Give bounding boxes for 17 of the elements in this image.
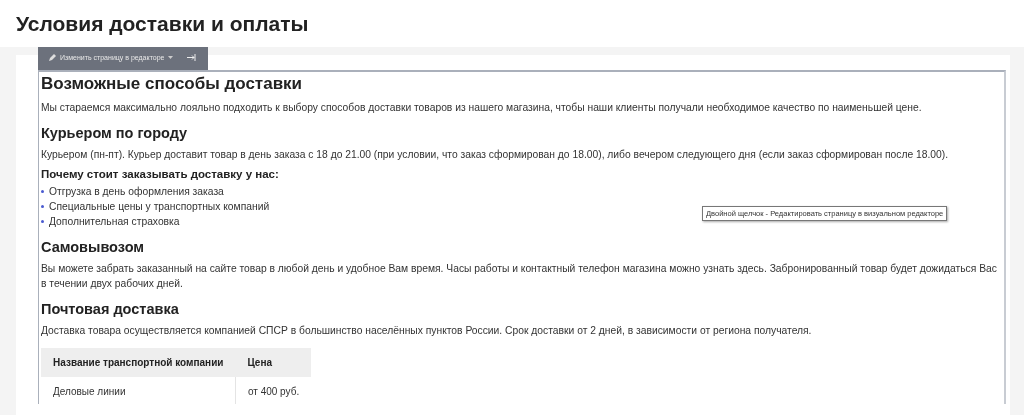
column-header: Цена xyxy=(235,348,312,377)
section-heading: Почтовая доставка xyxy=(41,301,180,317)
column-header: Название транспортной компании xyxy=(41,348,236,377)
list-item: Отгрузка в день оформления заказа xyxy=(49,185,224,199)
paragraph: Курьером (пн-пт). Курьер доставит товар в день заказа с 18 до 21.00 (при условии, что заказ сформирован до 18.00), либо вечером следующего дня (если заказ сформирован после 18.00). xyxy=(41,148,950,162)
paragraph: Мы стараемся максимально лояльно подходить к выбору способов доставки товаров из нашего магазина, чтобы наши клиенты получали необходимое качество по наименьшей цене. xyxy=(41,101,923,115)
table-cell: Деловые линии xyxy=(41,377,236,404)
paragraph: Доставка товара осуществляется компанией СПСР в большинство населённых пунктов России. Срок доставки от 2 дней, в зависимости от региона получателя. xyxy=(41,324,813,338)
section-heading: Самовывозом xyxy=(41,239,146,255)
paragraph: Вы можете забрать заказанный на сайте товар в любой день и удобное Вам время. Часы работы и контактный телефон магазина можно узнать здесь. Забронированный товар будет дожидаться Вас в течении двух рабочих дней. xyxy=(41,262,998,291)
section-heading: Курьером по городу xyxy=(41,125,189,141)
list-item: Специальные цены у транспортных компаний xyxy=(49,200,270,214)
table-cell: от 400 руб. xyxy=(235,377,312,404)
list-item: Дополнительная страховка xyxy=(49,215,180,229)
subheading: Почему стоит заказывать доставку у нас: xyxy=(41,168,280,180)
page-title: Условия доставки и оплаты xyxy=(16,11,309,36)
section-heading: Возможные способы доставки xyxy=(41,74,304,94)
